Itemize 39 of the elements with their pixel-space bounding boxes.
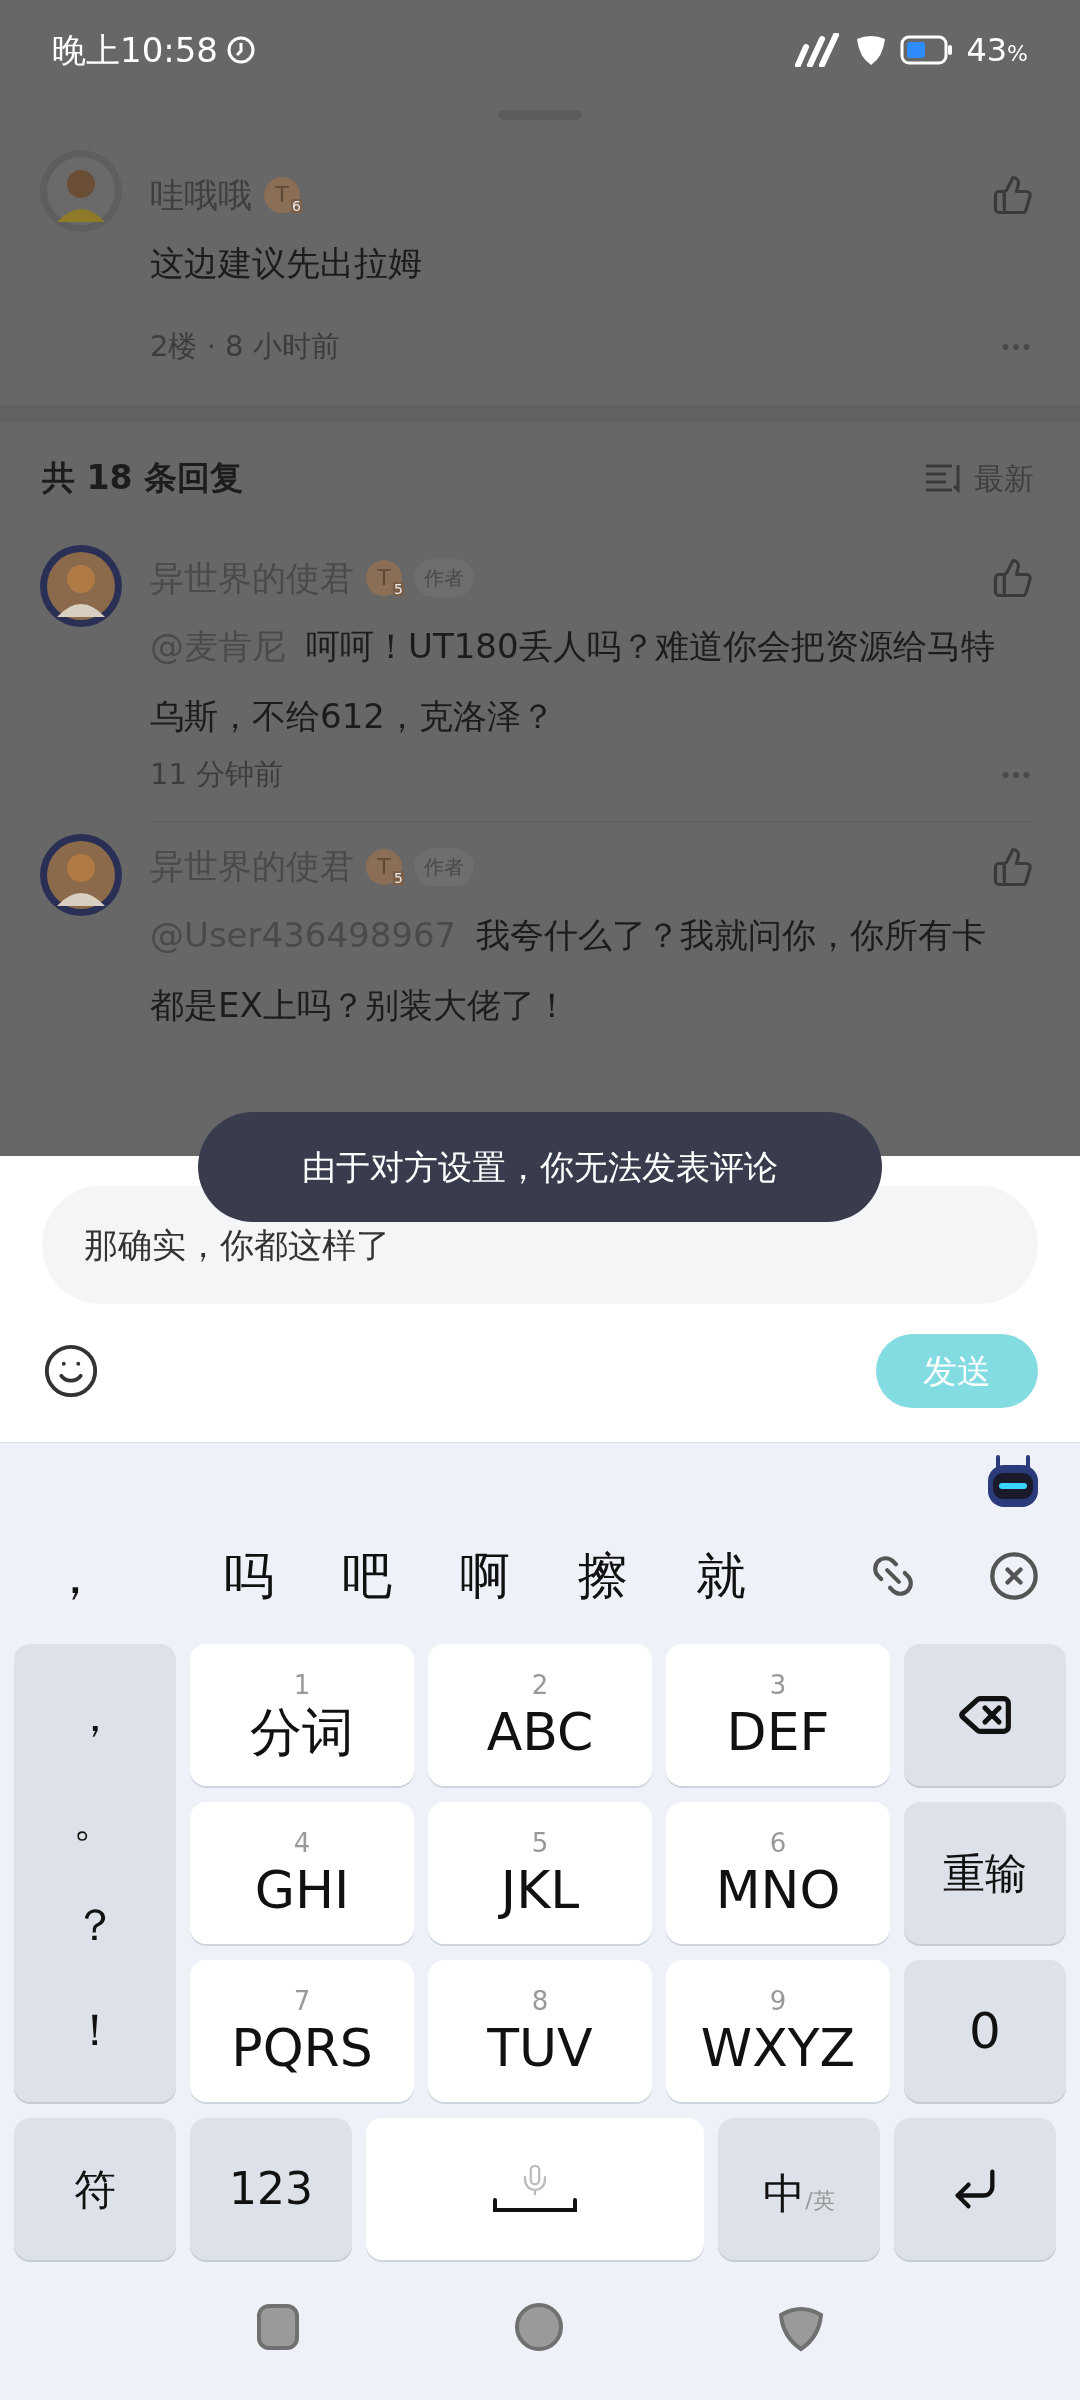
candidate-word[interactable]: 就 [662, 1538, 780, 1614]
space-icon [492, 2197, 578, 2215]
symbol-key[interactable]: 符 [14, 2118, 176, 2260]
punctuation-key[interactable]: ， [73, 1683, 117, 1750]
battery-icon [900, 34, 955, 66]
replies-count: 共 18 条回复 [42, 457, 243, 500]
letter-key[interactable]: 3 DEF [666, 1644, 890, 1786]
letter-key[interactable]: 2 ABC [428, 1644, 652, 1786]
clock-icon [226, 35, 256, 65]
zero-key[interactable]: 0 [904, 1960, 1066, 2102]
letter-key[interactable]: 5 JKL [428, 1802, 652, 1944]
letter-key[interactable]: 9 WXYZ [666, 1960, 890, 2102]
letter-key[interactable]: 1 分词 [190, 1644, 414, 1786]
candidate-word[interactable]: 吗 [190, 1538, 308, 1614]
sort-icon [924, 463, 962, 493]
number-key[interactable]: 123 [190, 2118, 352, 2260]
letter-key[interactable]: 6 MNO [666, 1802, 890, 1944]
battery-unit: % [1007, 40, 1028, 68]
emoji-icon[interactable] [42, 1342, 100, 1400]
status-time: 晚上10:58 [52, 28, 218, 72]
letter-key[interactable]: 7 PQRS [190, 1960, 414, 2102]
letter-key[interactable]: 4 GHI [190, 1802, 414, 1944]
punctuation-key[interactable]: ！ [73, 1996, 117, 2063]
letter-key[interactable]: 8 TUV [428, 1960, 652, 2102]
home-icon[interactable] [513, 2301, 565, 2353]
backspace-key[interactable] [904, 1644, 1066, 1786]
candidate-word[interactable]: 啊 [426, 1538, 544, 1614]
battery-percent: 43 [966, 30, 1008, 71]
punctuation-key[interactable]: 。 [73, 1787, 117, 1854]
candidate-word[interactable]: 擦 [544, 1538, 662, 1614]
reset-key[interactable]: 重输 [904, 1802, 1066, 1944]
candidate-word[interactable]: 吧 [308, 1538, 426, 1614]
punctuation-key[interactable]: ？ [73, 1892, 117, 1959]
punctuation-column[interactable]: ， 。 ？ ！ [14, 1644, 176, 2102]
toast: 由于对方设置，你无法发表评论 [198, 1112, 882, 1222]
language-key[interactable]: 中/英 [718, 2118, 880, 2260]
candidate-word[interactable]: ， [50, 1538, 190, 1614]
comment-text: 这边建议先出拉姆 [150, 242, 423, 285]
close-icon[interactable] [988, 1550, 1040, 1602]
